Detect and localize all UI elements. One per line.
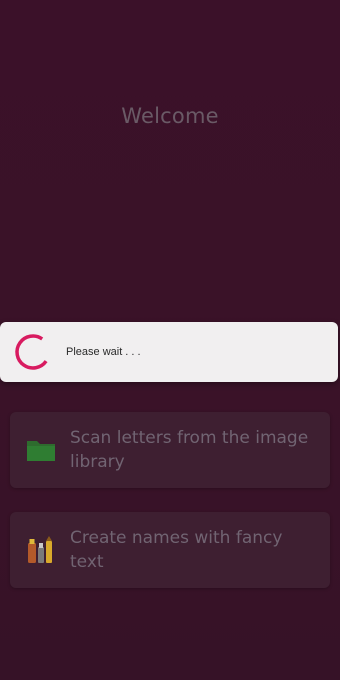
scan-letters-button[interactable]: Scan letters from the image library — [10, 412, 330, 488]
app-screen: Welcome Scan letters from the image libr… — [0, 0, 340, 680]
pens-icon — [24, 533, 58, 567]
fancy-text-button[interactable]: Create names with fancy text — [10, 512, 330, 588]
welcome-title: Welcome — [121, 104, 219, 128]
scan-letters-label: Scan letters from the image library — [70, 428, 309, 472]
loading-spinner-icon — [14, 333, 52, 371]
progress-dialog: Please wait . . . — [0, 322, 338, 382]
folder-icon — [24, 433, 58, 467]
fancy-text-label: Create names with fancy text — [70, 528, 283, 572]
progress-message: Please wait . . . — [66, 346, 141, 358]
